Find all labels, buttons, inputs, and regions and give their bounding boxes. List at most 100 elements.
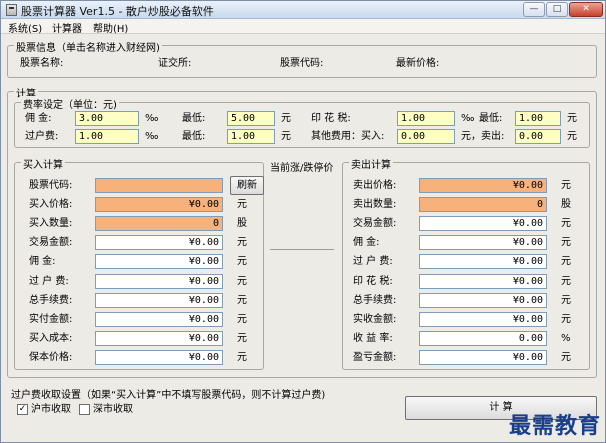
- sell-row-label: 过 户 费:: [353, 256, 393, 268]
- buy-row-unit: 元: [237, 237, 247, 249]
- refresh-button[interactable]: 刷新: [230, 176, 264, 195]
- sell-row-input: ¥0.00: [419, 273, 547, 289]
- sell-row-input: ¥0.00: [419, 311, 547, 327]
- sell-row-unit: 元: [561, 351, 571, 363]
- sell-group: 卖出计算 卖出价格: ¥0.00 元卖出数量: 0 股交易金额: ¥0.00 元佣 金: ¥0…: [342, 156, 590, 370]
- other-fee-label: 其他费用：买入:: [311, 131, 385, 142]
- menu-system[interactable]: 系统(S): [8, 20, 42, 35]
- stock-info-title[interactable]: 股票信息（单击名称进入财经网): [14, 39, 162, 54]
- buy-row-input: ¥0.00: [95, 254, 223, 270]
- transfer-settings-group: 过户费收取设置（如果“买入计算”中不填写股票代码，则不计算过户费) ✓ 沪市收取…: [7, 390, 399, 420]
- sell-row-input: ¥0.00: [419, 349, 547, 365]
- buy-row-unit: 元: [237, 351, 247, 363]
- buy-row-label: 过 户 费:: [29, 275, 69, 287]
- rates-title: 费率设定（单位：元): [21, 96, 119, 111]
- sell-row-input: ¥0.00: [419, 254, 547, 270]
- sell-row-unit: 元: [561, 237, 571, 249]
- commission-unit: ‰: [145, 113, 159, 124]
- window-title: 股票计算器 Ver1.5 - 散户炒股必备软件: [21, 5, 214, 18]
- sell-row-input: ¥0.00: [419, 235, 547, 251]
- transfer-settings-title: 过户费收取设置（如果“买入计算”中不填写股票代码，则不计算过户费): [11, 390, 326, 401]
- buy-row-unit: 元: [237, 199, 247, 211]
- buy-row-unit: 元: [237, 294, 247, 306]
- commission-min-input[interactable]: 5.00: [227, 111, 275, 126]
- buy-row-label: 保本价格:: [29, 351, 73, 363]
- maximize-button[interactable]: □: [546, 2, 568, 17]
- sell-row-input: ¥0.00: [419, 292, 547, 308]
- stock-name-label[interactable]: 股票名称:: [20, 57, 63, 70]
- buy-row-input: ¥0.00: [95, 292, 223, 308]
- commission-rate-input[interactable]: 3.00: [75, 111, 139, 126]
- menu-help[interactable]: 帮助(H): [93, 20, 128, 35]
- sell-row-unit: %: [561, 332, 571, 344]
- sell-row-unit: 元: [561, 313, 571, 325]
- buy-row-input[interactable]: 0: [95, 216, 223, 232]
- buy-row-unit: 元: [237, 332, 247, 344]
- sell-row-unit: 元: [561, 180, 571, 191]
- buy-group: 买入计算 股票代码: 买入价格: ¥0.00 元买入数量: 0 股交易金额: ¥0.00 元佣…: [14, 156, 264, 370]
- sz-checkbox-label[interactable]: 深市收取: [93, 403, 133, 416]
- other-sell-label: 元，卖出:: [461, 131, 505, 142]
- buy-row-label: 买入价格:: [29, 199, 73, 211]
- sell-row-input: ¥0.00: [419, 216, 547, 232]
- sell-row-input[interactable]: 0: [419, 197, 547, 213]
- watermark-logo: 最需教育: [508, 413, 601, 439]
- rates-group: 费率设定（单位：元) 佣 金: 3.00 ‰ 最低: 5.00 元 印 花 税:…: [14, 96, 590, 148]
- buy-row-label: 买入成本:: [29, 332, 73, 344]
- buy-row-label: 佣 金:: [29, 256, 56, 268]
- buy-row-unit: 股: [237, 218, 247, 230]
- other-buy-input[interactable]: 0.00: [397, 129, 455, 144]
- sell-row-unit: 元: [561, 275, 571, 287]
- sell-row-unit: 元: [561, 218, 571, 230]
- stamp-min-input[interactable]: 1.00: [515, 111, 561, 126]
- sell-row-label: 卖出数量:: [353, 199, 397, 211]
- buy-row-input: ¥0.00: [95, 235, 223, 251]
- minimize-button[interactable]: —: [523, 2, 545, 17]
- other-sell-unit: 元: [567, 131, 577, 142]
- sell-row-label: 印 花 税:: [353, 275, 393, 287]
- buy-row-input[interactable]: [95, 178, 223, 193]
- commission-min-label: 最低:: [182, 113, 206, 124]
- stamp-min-label: 最低:: [479, 113, 503, 124]
- sell-row-label: 盈亏金额:: [353, 351, 397, 363]
- menu-bar: 系统(S) 计算器 帮助(H): [1, 19, 605, 35]
- buy-row-label: 实付金额:: [29, 313, 73, 325]
- stamp-tax-label: 印 花 税:: [311, 113, 351, 124]
- sell-row-label: 佣 金:: [353, 237, 380, 249]
- buy-row-input: ¥0.00: [95, 273, 223, 289]
- menu-calculator[interactable]: 计算器: [52, 20, 82, 35]
- buy-row-unit: 元: [237, 275, 247, 287]
- transfer-min-input[interactable]: 1.00: [227, 129, 275, 144]
- sell-row-label: 收 益 率:: [353, 332, 393, 344]
- commission-min-unit: 元: [281, 113, 291, 124]
- other-sell-input[interactable]: 0.00: [515, 129, 561, 144]
- buy-row-input: ¥0.00: [95, 349, 223, 365]
- calc-group: 计算 费率设定（单位：元) 佣 金: 3.00 ‰ 最低: 5.00 元 印 花…: [7, 85, 597, 378]
- sell-title: 卖出计算: [349, 156, 393, 171]
- app-window: 股票计算器 Ver1.5 - 散户炒股必备软件 — □ ✕ 系统(S) 计算器 …: [0, 0, 606, 443]
- stamp-tax-unit: ‰: [461, 113, 475, 124]
- close-button[interactable]: ✕: [569, 2, 603, 17]
- buy-row-label: 总手续费:: [29, 294, 73, 306]
- stock-info-group: 股票信息（单击名称进入财经网) 股票名称: 证交所: 股票代码: 最新价格:: [7, 39, 597, 78]
- transfer-fee-input[interactable]: 1.00: [75, 129, 139, 144]
- sell-row-unit: 元: [561, 256, 571, 268]
- stamp-tax-input[interactable]: 1.00: [397, 111, 455, 126]
- sell-row-input[interactable]: ¥0.00: [419, 178, 547, 193]
- transfer-fee-label: 过户费:: [25, 131, 59, 142]
- sell-row-unit: 元: [561, 294, 571, 306]
- transfer-min-unit: 元: [281, 131, 291, 142]
- commission-label: 佣 金:: [25, 113, 52, 124]
- sh-checkbox[interactable]: ✓: [17, 404, 28, 415]
- title-bar: 股票计算器 Ver1.5 - 散户炒股必备软件 — □ ✕: [1, 1, 605, 19]
- sz-checkbox[interactable]: [79, 404, 90, 415]
- middle-divider: [270, 249, 334, 250]
- latest-price-label: 最新价格:: [396, 58, 440, 69]
- buy-row-input[interactable]: ¥0.00: [95, 197, 223, 213]
- buy-row-input: ¥0.00: [95, 330, 223, 346]
- transfer-fee-unit: ‰: [145, 131, 159, 142]
- stamp-min-unit: 元: [567, 113, 577, 124]
- sell-row-label: 卖出价格:: [353, 180, 397, 191]
- sell-row-unit: 股: [561, 199, 571, 211]
- sh-checkbox-label[interactable]: 沪市收取: [31, 403, 71, 416]
